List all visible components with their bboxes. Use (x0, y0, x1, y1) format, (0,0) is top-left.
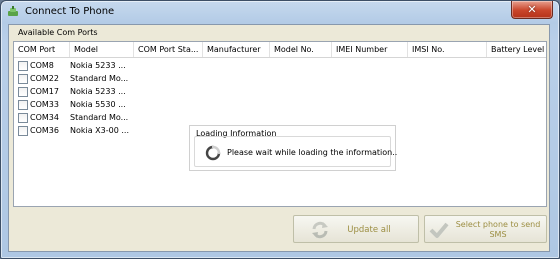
column-header-model[interactable]: Model (70, 42, 134, 57)
com-port-cell: COM8 (30, 61, 54, 70)
model-cell: Nokia 5530 ... (70, 100, 126, 109)
row-checkbox[interactable] (18, 100, 28, 110)
update-all-label: Update all (347, 225, 391, 235)
table-row[interactable]: COM17 Nokia 5233 ... (14, 85, 174, 98)
row-checkbox[interactable] (18, 74, 28, 84)
column-header-imei-number[interactable]: IMEI Number (332, 42, 408, 57)
model-cell: Standard Mo... (70, 113, 129, 122)
row-checkbox[interactable] (18, 113, 28, 123)
column-header-com-port[interactable]: COM Port (14, 42, 70, 57)
com-port-cell: COM22 (30, 74, 59, 83)
com-port-cell: COM17 (30, 87, 59, 96)
checkmark-icon (429, 222, 449, 238)
close-button[interactable]: ✕ (511, 1, 553, 19)
loading-dialog: Loading Information Please wait while lo… (189, 125, 397, 171)
row-checkbox[interactable] (18, 61, 28, 71)
com-ports-table[interactable]: COM Port Model COM Port Sta... Manufactu… (13, 41, 547, 207)
column-header-com-port-status[interactable]: COM Port Sta... (134, 42, 203, 57)
column-header-model-no[interactable]: Model No. (270, 42, 332, 57)
table-row[interactable]: COM36 Nokia X3-00 ... (14, 124, 174, 137)
com-port-cell: COM36 (30, 126, 59, 135)
table-row[interactable]: COM34 Standard Mo... (14, 111, 174, 124)
column-header-manufacturer[interactable]: Manufacturer (203, 42, 270, 57)
refresh-icon (312, 221, 328, 239)
table-row[interactable]: COM22 Standard Mo... (14, 72, 174, 85)
model-cell: Standard Mo... (70, 74, 129, 83)
app-icon (8, 6, 18, 16)
table-row[interactable]: COM33 Nokia 5530 ... (14, 98, 174, 111)
loading-panel: Please wait while loading the informatio… (194, 136, 397, 167)
model-cell: Nokia 5233 ... (70, 87, 126, 96)
group-caption: Available Com Ports (18, 28, 98, 37)
window-title: Connect To Phone (25, 6, 115, 17)
row-checkbox[interactable] (18, 87, 28, 97)
row-checkbox[interactable] (18, 126, 28, 136)
select-phone-label: Select phone to send SMS (455, 220, 541, 239)
table-header: COM Port Model COM Port Sta... Manufactu… (14, 42, 546, 58)
spinner-icon (205, 145, 221, 161)
com-port-cell: COM33 (30, 100, 59, 109)
column-header-imsi-no[interactable]: IMSI No. (408, 42, 487, 57)
com-port-cell: COM34 (30, 113, 59, 122)
model-cell: Nokia 5233 ... (70, 61, 126, 70)
select-phone-button[interactable]: Select phone to send SMS (424, 215, 547, 243)
column-header-battery-level[interactable]: Battery Level (487, 42, 546, 57)
loading-message: Please wait while loading the informatio… (227, 148, 398, 157)
update-all-button[interactable]: Update all (293, 215, 419, 243)
client-area: Available Com Ports COM Port Model COM P… (8, 24, 550, 252)
table-row[interactable]: COM8 Nokia 5233 ... (14, 59, 174, 72)
connect-to-phone-window: Connect To Phone ✕ Available Com Ports C… (0, 0, 560, 259)
model-cell: Nokia X3-00 ... (70, 126, 129, 135)
close-icon: ✕ (527, 3, 537, 16)
